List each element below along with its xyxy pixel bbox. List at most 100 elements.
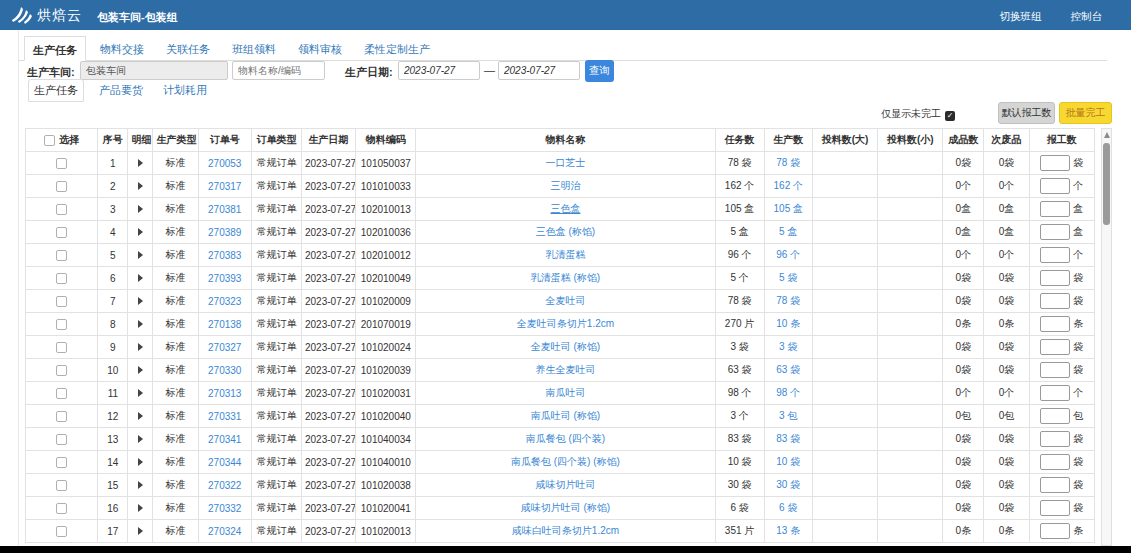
row-checkbox[interactable] bbox=[56, 411, 67, 422]
batch-complete-button[interactable]: 批量完工 bbox=[1059, 102, 1112, 124]
report-qty-input[interactable] bbox=[1040, 477, 1070, 493]
expand-arrow-icon[interactable] bbox=[138, 320, 143, 328]
report-qty-input[interactable] bbox=[1040, 500, 1070, 516]
production-qty[interactable]: 13 条 bbox=[764, 520, 812, 543]
expand-arrow-icon[interactable] bbox=[138, 389, 143, 397]
production-qty[interactable]: 63 袋 bbox=[764, 359, 812, 382]
select-all-checkbox[interactable] bbox=[44, 135, 55, 146]
tab-5[interactable]: 领料审核 bbox=[290, 36, 350, 61]
row-checkbox[interactable] bbox=[56, 227, 67, 238]
only-unfinished-toggle[interactable]: 仅显示未完工✓ bbox=[881, 107, 955, 121]
production-qty[interactable]: 10 条 bbox=[764, 313, 812, 336]
tab-4[interactable]: 班组领料 bbox=[224, 36, 284, 61]
expand-arrow-icon[interactable] bbox=[138, 458, 143, 466]
expand-arrow-icon[interactable] bbox=[138, 297, 143, 305]
tab-3[interactable]: 关联任务 bbox=[158, 36, 218, 61]
expand-arrow-icon[interactable] bbox=[138, 274, 143, 282]
switch-team-link[interactable]: 切换班组 bbox=[1000, 10, 1042, 22]
row-checkbox[interactable] bbox=[56, 296, 67, 307]
row-checkbox[interactable] bbox=[56, 158, 67, 169]
material-name-link[interactable]: 三明治 bbox=[416, 175, 715, 198]
production-qty[interactable]: 3 包 bbox=[764, 405, 812, 428]
material-name-link[interactable]: 咸味切片吐司 bbox=[416, 474, 715, 497]
material-name-link[interactable]: 全麦吐司 (称馅) bbox=[416, 336, 715, 359]
production-qty[interactable]: 96 个 bbox=[764, 244, 812, 267]
material-name-link[interactable]: 全麦吐司条切片1.2cm bbox=[416, 313, 715, 336]
order-number-link[interactable]: 270383 bbox=[198, 244, 251, 267]
report-qty-input[interactable] bbox=[1040, 155, 1070, 171]
material-search-input[interactable] bbox=[232, 61, 325, 80]
report-qty-input[interactable] bbox=[1040, 523, 1070, 539]
tab-1[interactable]: 生产任务 bbox=[24, 36, 86, 61]
production-qty[interactable]: 5 盒 bbox=[764, 221, 812, 244]
default-report-count-button[interactable]: 默认报工数 bbox=[998, 102, 1055, 124]
material-name-link[interactable]: 南瓜餐包 (四个装) (称馅) bbox=[416, 451, 715, 474]
row-checkbox[interactable] bbox=[56, 526, 67, 537]
order-number-link[interactable]: 270332 bbox=[198, 497, 251, 520]
material-name-link[interactable]: 乳清蛋糕 bbox=[416, 244, 715, 267]
material-name-link[interactable]: 全麦吐司 bbox=[416, 290, 715, 313]
production-qty[interactable]: 162 个 bbox=[764, 175, 812, 198]
production-qty[interactable]: 78 袋 bbox=[764, 152, 812, 175]
order-number-link[interactable]: 270393 bbox=[198, 267, 251, 290]
expand-arrow-icon[interactable] bbox=[138, 481, 143, 489]
subtab-3[interactable]: 计划耗用 bbox=[158, 80, 212, 101]
production-qty[interactable]: 83 袋 bbox=[764, 428, 812, 451]
row-checkbox[interactable] bbox=[56, 250, 67, 261]
report-qty-input[interactable] bbox=[1040, 339, 1070, 355]
order-number-link[interactable]: 270389 bbox=[198, 221, 251, 244]
expand-arrow-icon[interactable] bbox=[138, 527, 143, 535]
report-qty-input[interactable] bbox=[1040, 247, 1070, 263]
subtab-2[interactable]: 产品要货 bbox=[94, 80, 148, 101]
report-qty-input[interactable] bbox=[1040, 362, 1070, 378]
search-button[interactable]: 查询 bbox=[585, 60, 614, 82]
order-number-link[interactable]: 270327 bbox=[198, 336, 251, 359]
report-qty-input[interactable] bbox=[1040, 201, 1070, 217]
row-checkbox[interactable] bbox=[56, 181, 67, 192]
report-qty-input[interactable] bbox=[1040, 270, 1070, 286]
order-number-link[interactable]: 270330 bbox=[198, 359, 251, 382]
row-checkbox[interactable] bbox=[56, 457, 67, 468]
row-checkbox[interactable] bbox=[56, 319, 67, 330]
material-name-link[interactable]: 南瓜餐包 (四个装) bbox=[416, 428, 715, 451]
report-qty-input[interactable] bbox=[1040, 178, 1070, 194]
material-name-link[interactable]: 南瓜吐司 (称馅) bbox=[416, 405, 715, 428]
report-qty-input[interactable] bbox=[1040, 293, 1070, 309]
report-qty-input[interactable] bbox=[1040, 454, 1070, 470]
row-checkbox[interactable] bbox=[56, 204, 67, 215]
expand-arrow-icon[interactable] bbox=[138, 182, 143, 190]
row-checkbox[interactable] bbox=[56, 388, 67, 399]
expand-arrow-icon[interactable] bbox=[138, 251, 143, 259]
tab-2[interactable]: 物料交接 bbox=[92, 36, 152, 61]
order-number-link[interactable]: 270053 bbox=[198, 152, 251, 175]
scrollbar-up-arrow-icon[interactable] bbox=[1104, 132, 1110, 138]
report-qty-input[interactable] bbox=[1040, 431, 1070, 447]
material-name-link[interactable]: 一口芝士 bbox=[416, 152, 715, 175]
order-number-link[interactable]: 270341 bbox=[198, 428, 251, 451]
order-number-link[interactable]: 270322 bbox=[198, 474, 251, 497]
order-number-link[interactable]: 270313 bbox=[198, 382, 251, 405]
date-from-input[interactable] bbox=[398, 61, 480, 80]
expand-arrow-icon[interactable] bbox=[138, 228, 143, 236]
report-qty-input[interactable] bbox=[1040, 385, 1070, 401]
order-number-link[interactable]: 270317 bbox=[198, 175, 251, 198]
material-name-link[interactable]: 三色盒 (称馅) bbox=[416, 221, 715, 244]
row-checkbox[interactable] bbox=[56, 273, 67, 284]
material-name-link[interactable]: 三色盒 bbox=[416, 198, 715, 221]
expand-arrow-icon[interactable] bbox=[138, 435, 143, 443]
date-to-input[interactable] bbox=[498, 61, 580, 80]
material-name-link[interactable]: 南瓜吐司 bbox=[416, 382, 715, 405]
material-name-link[interactable]: 咸味切片吐司 (称馅) bbox=[416, 497, 715, 520]
tab-6[interactable]: 柔性定制生产 bbox=[356, 36, 438, 61]
row-checkbox[interactable] bbox=[56, 434, 67, 445]
row-checkbox[interactable] bbox=[56, 480, 67, 491]
production-qty[interactable]: 5 袋 bbox=[764, 267, 812, 290]
production-qty[interactable]: 6 袋 bbox=[764, 497, 812, 520]
expand-arrow-icon[interactable] bbox=[138, 412, 143, 420]
order-number-link[interactable]: 270344 bbox=[198, 451, 251, 474]
production-qty[interactable]: 3 袋 bbox=[764, 336, 812, 359]
production-qty[interactable]: 30 袋 bbox=[764, 474, 812, 497]
report-qty-input[interactable] bbox=[1040, 316, 1070, 332]
production-qty[interactable]: 98 个 bbox=[764, 382, 812, 405]
console-link[interactable]: 控制台 bbox=[1071, 10, 1103, 22]
